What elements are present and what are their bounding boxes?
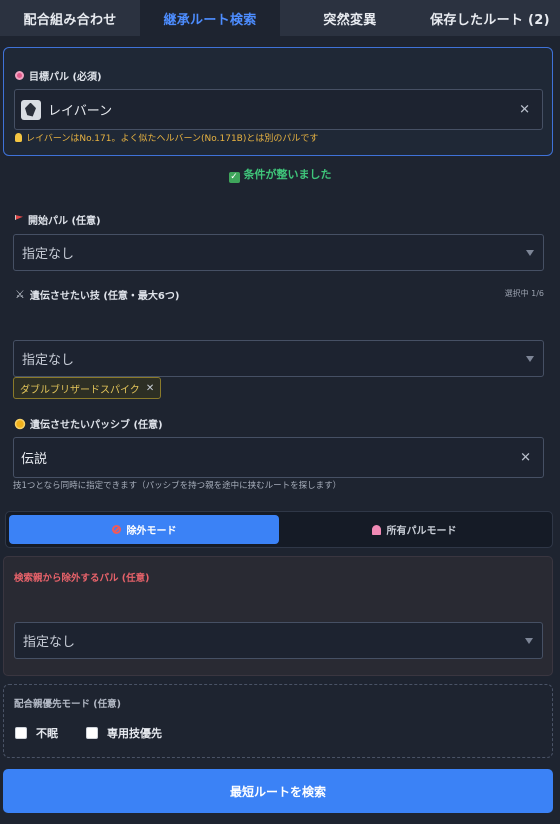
target-pal-label: 目標パル (必須) [29, 72, 102, 83]
tab-mutation[interactable]: 突然変異 [280, 0, 420, 36]
start-pal-select[interactable]: 指定なし [13, 234, 544, 271]
target-note-text: レイバーンはNo.171。よく似たヘルバーン(No.171B)とは別のパルです [26, 134, 319, 144]
insomnia-checkbox-box[interactable] [15, 727, 27, 739]
passive-label: 遺伝させたいパッシブ (任意) [30, 420, 163, 431]
passive-value: 伝説 [21, 452, 48, 467]
tab-saved-routes[interactable]: 保存したルート (2) [420, 0, 560, 36]
lightbulb-icon [15, 133, 22, 142]
priority-label: 配合親優先モード (任意) [14, 699, 121, 710]
target-icon [15, 71, 24, 80]
crossed-swords-icon: ⚔ [15, 288, 25, 301]
checkmark-icon: ✓ [228, 172, 240, 183]
exclude-placeholder: 指定なし [23, 635, 76, 650]
chevron-down-icon [526, 355, 534, 362]
mode-toggle: 除外モード 所有パルモード [5, 511, 553, 548]
pal-ghost-icon [371, 524, 381, 535]
exclude-select[interactable]: 指定なし [14, 622, 543, 659]
start-pal-label: 開始パル (任意) [28, 216, 101, 227]
sun-icon [16, 419, 24, 428]
chevron-down-icon [525, 637, 533, 644]
skills-placeholder: 指定なし [22, 353, 75, 368]
ban-icon [111, 525, 121, 534]
search-shortest-route-button[interactable]: 最短ルートを検索 [3, 769, 553, 813]
exclude-mode-label: 除外モード [126, 526, 177, 537]
tab-inheritance-route[interactable]: 継承ルート検索 [140, 0, 280, 36]
target-pal-input[interactable]: レイバーン ✕ [14, 89, 543, 130]
exclude-mode-button[interactable]: 除外モード [9, 515, 279, 544]
remove-skill-icon[interactable]: ✕ [146, 383, 154, 394]
selected-skill-tag: ダブルブリザードスパイク ✕ [13, 377, 162, 399]
owned-pal-mode-label: 所有パルモード [386, 526, 457, 537]
exclusive-skill-checkbox-box[interactable] [86, 727, 98, 739]
start-pal-label-row: 開始パル (任意) [15, 212, 101, 227]
chevron-down-icon [526, 249, 534, 256]
target-pal-value: レイバーン [48, 104, 113, 119]
start-pal-placeholder: 指定なし [22, 247, 75, 262]
status-ready-text: 条件が整いました [243, 168, 332, 181]
clear-target-icon[interactable]: ✕ [519, 102, 530, 117]
owned-pal-mode-button[interactable]: 所有パルモード [279, 515, 549, 544]
exclusive-skill-checkbox[interactable]: 専用技優先 [86, 725, 162, 741]
skills-select[interactable]: 指定なし [13, 340, 544, 377]
skills-label-row: ⚔ 遺伝させたい技 (任意・最大6つ) [15, 287, 179, 302]
passive-label-row: 遺伝させたいパッシブ (任意) [15, 416, 163, 431]
selected-skill-label: ダブルブリザードスパイク [20, 384, 140, 396]
passive-input[interactable]: 伝説 ✕ [13, 437, 544, 478]
pal-avatar-icon [21, 99, 41, 120]
exclusive-skill-label: 専用技優先 [107, 727, 162, 740]
tab-breeding-combo[interactable]: 配合組み合わせ [0, 0, 140, 36]
exclude-label: 検索親から除外するパル (任意) [14, 573, 150, 584]
passive-hint: 技1つとなら同時に指定できます（パッシブを持つ親を途中に挟むルートを探します） [13, 481, 342, 491]
tab-bar: 配合組み合わせ 継承ルート検索 突然変異 保存したルート (2) [0, 0, 560, 36]
target-pal-label-row: 目標パル (必須) [15, 68, 102, 83]
target-note: レイバーンはNo.171。よく似たヘルバーン(No.171B)とは別のパルです [15, 131, 318, 144]
flag-icon [15, 215, 23, 220]
insomnia-label: 不眠 [36, 727, 58, 740]
status-ready: ✓ 条件が整いました [0, 166, 560, 183]
skills-count: 選択中 1/6 [504, 289, 544, 298]
insomnia-checkbox[interactable]: 不眠 [15, 725, 58, 741]
skills-label: 遺伝させたい技 (任意・最大6つ) [29, 291, 180, 302]
clear-passive-icon[interactable]: ✕ [520, 450, 531, 465]
